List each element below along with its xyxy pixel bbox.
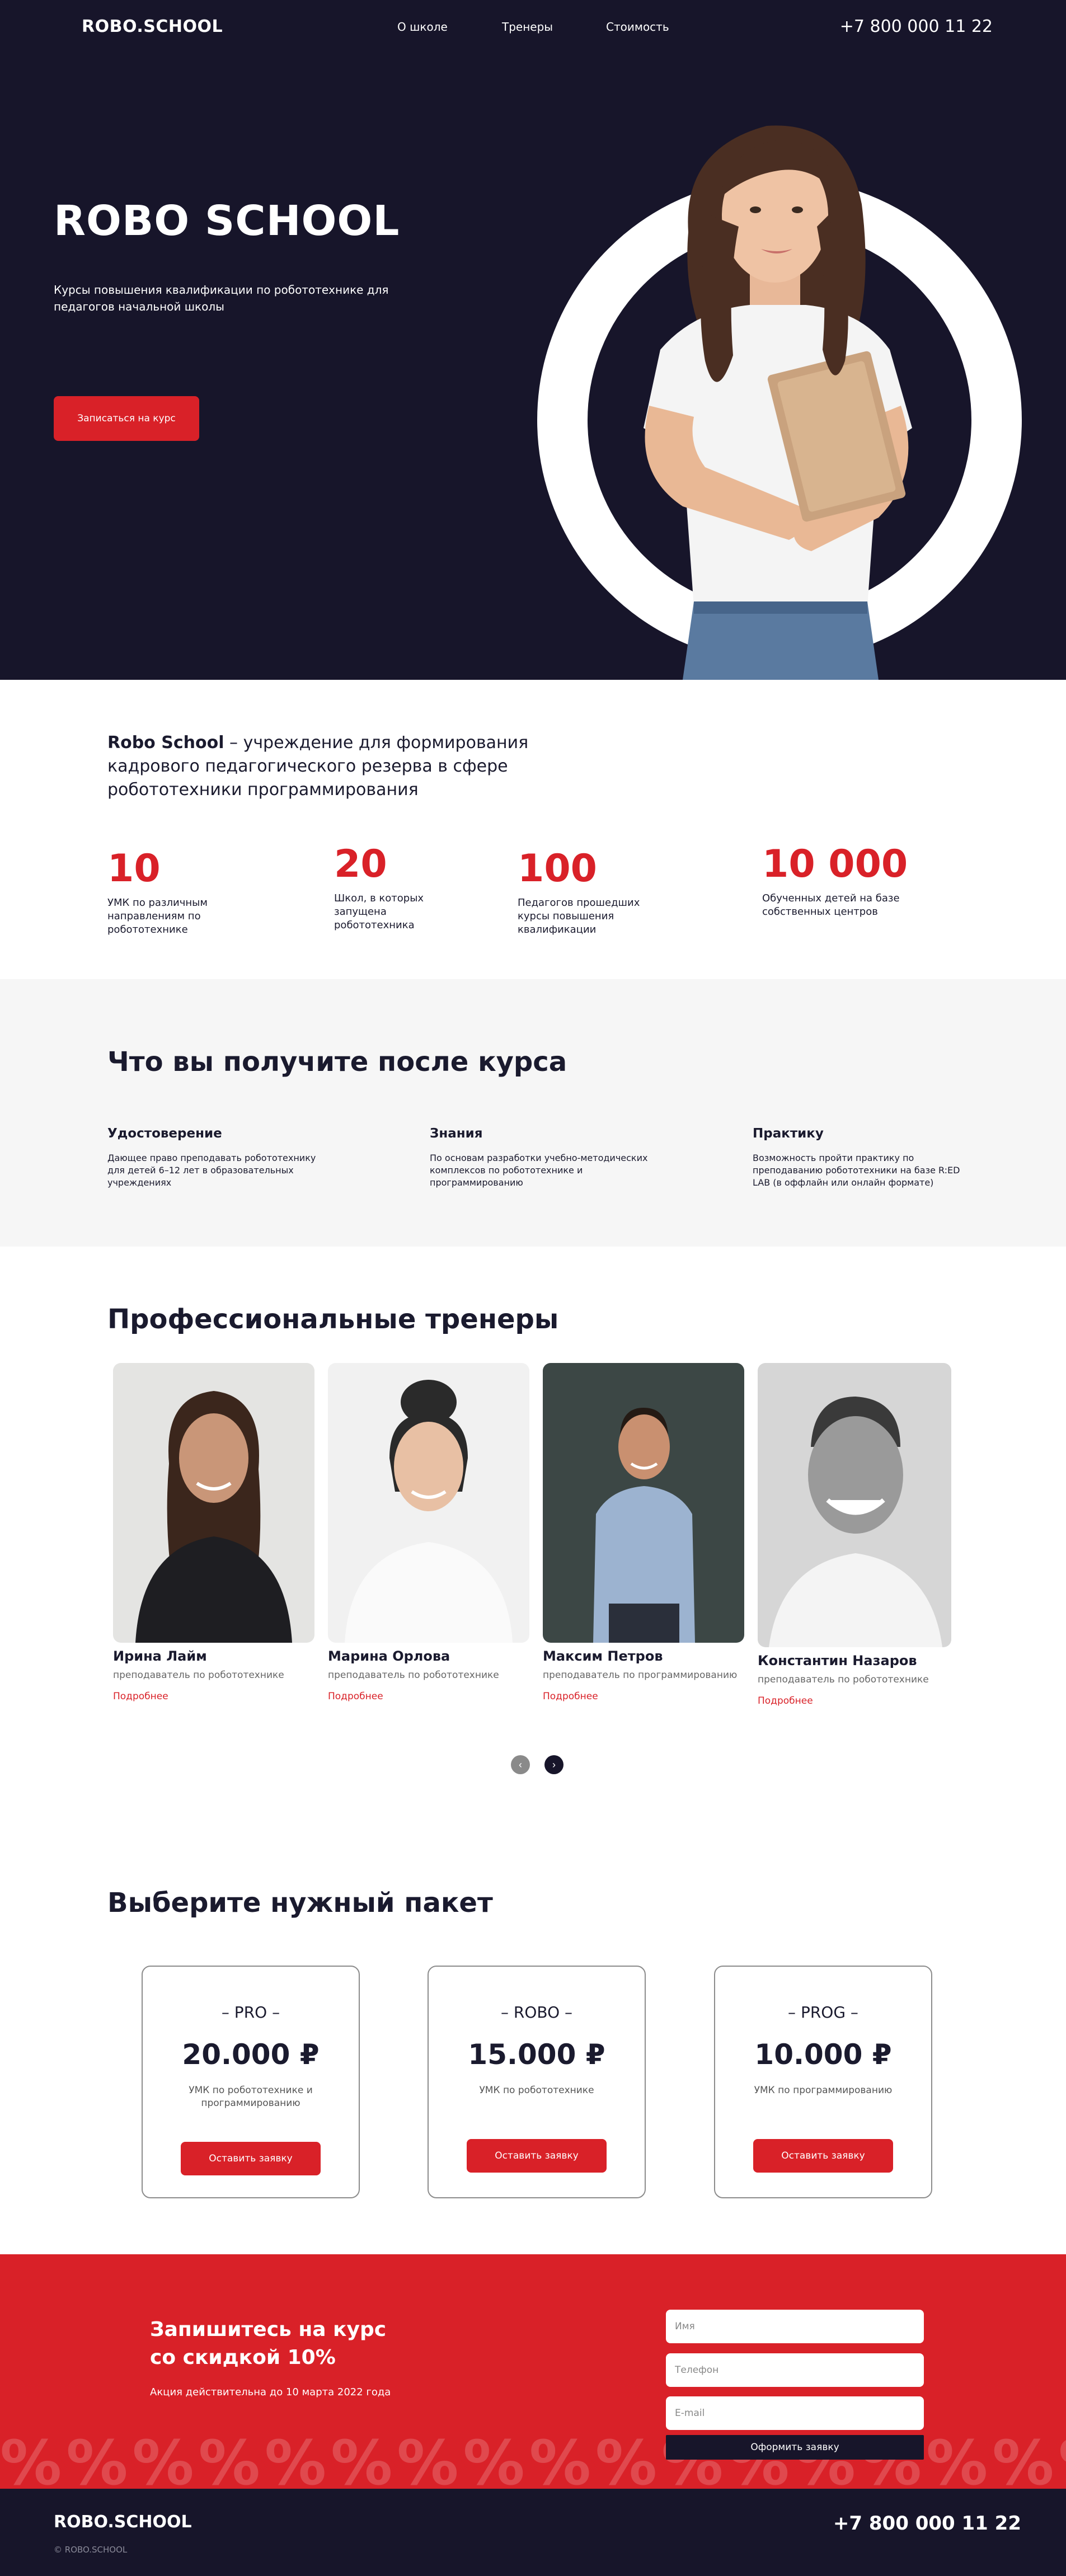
trainer-photo xyxy=(113,1363,314,1643)
trainer-role: преподаватель по робототехнике xyxy=(328,1670,499,1681)
footer-logo[interactable]: ROBO.SCHOOL xyxy=(54,2512,192,2532)
benefit-title: Знания xyxy=(430,1126,483,1141)
promo-section: %%%%%%%%%%%%%%%%%%%% Запишитесь на курс … xyxy=(0,2254,1066,2489)
header-phone[interactable]: +7 800 000 11 22 xyxy=(840,17,993,36)
package-description: УМК по робототехнике и программированию xyxy=(189,2085,313,2109)
promo-title: Запишитесь на курс со скидкой 10% xyxy=(150,2318,387,2369)
hero-woman-photo xyxy=(644,125,912,680)
package-apply-button[interactable]: Оставить заявку xyxy=(181,2142,321,2175)
benefit-certificate: Удостоверение Дающее право преподавать р… xyxy=(107,1126,331,1189)
trainer-card: Максим Петров преподаватель по программи… xyxy=(543,1363,744,1702)
package-card-robo: – ROBO – 15.000 ₽ УМК по робототехнике О… xyxy=(428,1966,646,2198)
stat-label: Педагогов прошедших курсы повышения квал… xyxy=(518,897,640,936)
stat-number: 10 000 xyxy=(762,842,908,886)
trainer-card: Ирина Лайм преподаватель по робототехник… xyxy=(113,1363,314,1702)
package-price: 15.000 ₽ xyxy=(468,2038,605,2071)
footer-phone[interactable]: +7 800 000 11 22 xyxy=(833,2512,1021,2535)
trainer-role: преподаватель по робототехнике xyxy=(758,1674,929,1685)
nav-link-about[interactable]: О школе xyxy=(397,20,448,34)
stat-umk: 10 УМК по различным направлениям по робо… xyxy=(107,847,275,937)
phone-field[interactable] xyxy=(666,2353,924,2387)
site-logo[interactable]: ROBO.SCHOOL xyxy=(82,17,223,36)
package-card-pro: – PRO – 20.000 ₽ УМК по робототехнике и … xyxy=(142,1966,360,2198)
trainer-more-link[interactable]: Подробнее xyxy=(758,1695,813,1707)
nav-link-pricing[interactable]: Стоимость xyxy=(606,20,669,34)
hero-title: ROBO SCHOOL xyxy=(54,197,400,245)
benefit-title: Удостоверение xyxy=(107,1126,222,1141)
trainer-photo xyxy=(328,1363,529,1643)
trainer-more-link[interactable]: Подробнее xyxy=(113,1691,168,1702)
trainer-more-link[interactable]: Подробнее xyxy=(328,1691,383,1702)
slider-next-button[interactable]: › xyxy=(544,1755,563,1774)
stat-teachers: 100 Педагогов прошедших курсы повышения … xyxy=(518,847,674,937)
footer-copyright: © ROBO.SCHOOL xyxy=(54,2545,128,2555)
slider-prev-button[interactable]: ‹ xyxy=(511,1755,530,1774)
enroll-button[interactable]: Записаться на курс xyxy=(54,396,199,441)
trainer-name: Марина Орлова xyxy=(328,1648,450,1664)
package-apply-button[interactable]: Оставить заявку xyxy=(467,2139,607,2173)
trainer-card: Марина Орлова преподаватель по робототех… xyxy=(328,1363,529,1702)
trainer-more-link[interactable]: Подробнее xyxy=(543,1691,598,1702)
submit-application-button[interactable]: Оформить заявку xyxy=(666,2435,924,2460)
benefit-text: По основам разработки учебно-методически… xyxy=(430,1153,648,1188)
package-price: 20.000 ₽ xyxy=(182,2038,320,2071)
trainer-role: преподаватель по программированию xyxy=(543,1670,738,1681)
footer: ROBO.SCHOOL © ROBO.SCHOOL +7 800 000 11 … xyxy=(0,2489,1066,2576)
benefits-title: Что вы получите после курса xyxy=(107,1046,567,1078)
trainers-title: Профессиональные тренеры xyxy=(107,1304,559,1335)
trainer-role: преподаватель по робототехнике xyxy=(113,1670,284,1681)
stat-schools: 20 Школ, в которых запущена робототехник… xyxy=(334,842,468,932)
about-brand: Robo School xyxy=(107,733,224,753)
trainer-photo xyxy=(758,1363,951,1647)
stat-label: Школ, в которых запущена робототехника xyxy=(334,892,424,931)
promo-note: Акция действительна до 10 марта 2022 год… xyxy=(150,2386,391,2398)
trainer-photo xyxy=(543,1363,744,1643)
name-field[interactable] xyxy=(666,2310,924,2343)
stat-number: 10 xyxy=(107,847,161,891)
package-card-prog: – PROG – 10.000 ₽ УМК по программировани… xyxy=(714,1966,932,2198)
package-name: – ROBO – xyxy=(500,2003,573,2022)
trainer-name: Максим Петров xyxy=(543,1648,663,1664)
stat-label: УМК по различным направлениям по роботот… xyxy=(107,897,208,936)
package-name: – PRO – xyxy=(221,2003,280,2022)
hero-section: ROBO.SCHOOL О школе Тренеры Стоимость +7… xyxy=(0,0,1066,680)
stat-label: Обученных детей на базе собственных цент… xyxy=(762,892,900,918)
package-apply-button[interactable]: Оставить заявку xyxy=(753,2139,893,2173)
trainer-name: Константин Назаров xyxy=(758,1653,917,1668)
stat-number: 100 xyxy=(518,847,597,891)
hero-subtitle: Курсы повышения квалификации по робототе… xyxy=(54,283,389,313)
benefit-knowledge: Знания По основам разработки учебно-мето… xyxy=(430,1126,654,1189)
about-text: Robo School – учреждение для формировани… xyxy=(107,731,600,802)
benefit-text: Возможность пройти практику по преподава… xyxy=(753,1153,960,1188)
package-description: УМК по программированию xyxy=(754,2085,893,2096)
benefit-text: Дающее право преподавать робототехнику д… xyxy=(107,1153,316,1188)
stat-number: 20 xyxy=(334,842,387,886)
email-field[interactable] xyxy=(666,2396,924,2430)
trainer-card: Константин Назаров преподаватель по робо… xyxy=(758,1363,951,1707)
package-name: – PROG – xyxy=(788,2003,858,2022)
benefits-section: Что вы получите после курса Удостоверени… xyxy=(0,979,1066,1247)
package-price: 10.000 ₽ xyxy=(754,2038,892,2071)
packages-title: Выберите нужный пакет xyxy=(107,1887,493,1919)
benefit-title: Практику xyxy=(753,1126,824,1141)
trainer-name: Ирина Лайм xyxy=(113,1648,207,1664)
stat-children: 10 000 Обученных детей на базе собственн… xyxy=(762,842,930,919)
package-description: УМК по робототехнике xyxy=(479,2085,594,2096)
benefit-practice: Практику Возможность пройти практику по … xyxy=(753,1126,965,1189)
nav-link-trainers[interactable]: Тренеры xyxy=(502,20,553,34)
